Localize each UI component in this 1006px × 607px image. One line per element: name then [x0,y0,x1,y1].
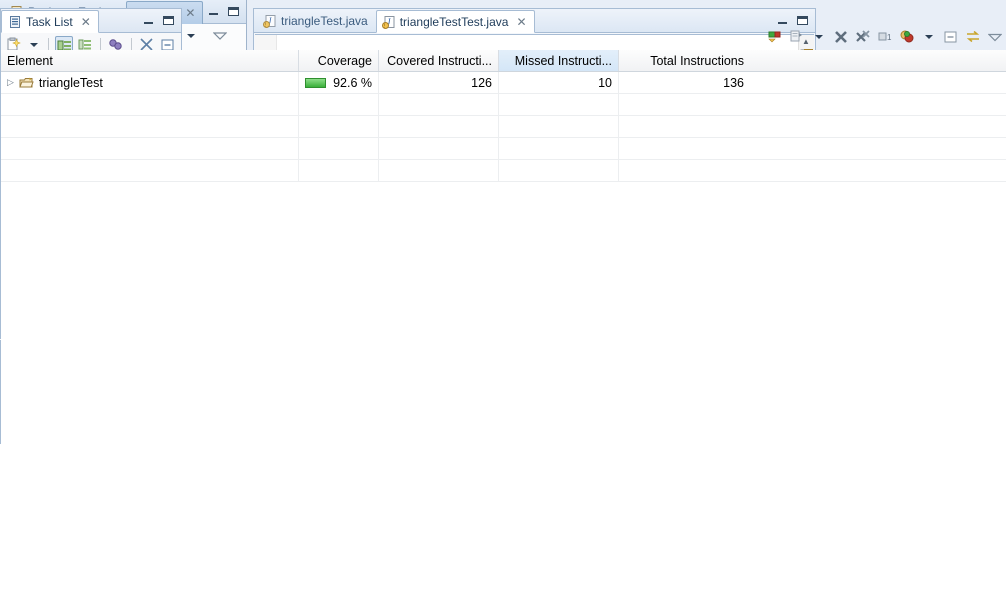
cell-empty [619,116,750,137]
tab-label: triangleTest.java [281,14,368,28]
column-header-covered-instructions[interactable]: Covered Instructi... [379,50,499,71]
cell-empty [379,138,499,159]
cell-empty [379,94,499,115]
cell-empty [379,116,499,137]
close-icon[interactable]: ✕ [516,15,526,29]
table-row[interactable] [1,138,1006,160]
close-icon[interactable]: ✕ [185,6,195,20]
minimize-button[interactable] [140,12,157,28]
cell-element-label: triangleTest [38,75,103,90]
coverage-table[interactable]: Element Coverage Covered Instructi... Mi… [1,50,1006,607]
coverage-toolbar: 1 [766,26,1004,48]
cell-empty [619,160,750,181]
cell-empty [299,116,379,137]
tab-label: triangleTestTest.java [399,14,509,29]
view-menu-icon[interactable] [211,27,229,45]
cell-empty [619,138,750,159]
java-file-icon: J! [263,14,277,28]
column-header-total-instructions[interactable]: Total Instructions [619,50,750,71]
cell-empty [299,138,379,159]
eclipse-workbench: Package Explo... U JUnit ✕ xx [0,0,1006,607]
link-with-selection-icon[interactable] [964,28,982,46]
svg-text:!: ! [384,23,385,29]
cell-element: ▷ triangleTest [1,72,299,93]
junit-window-buttons [205,3,242,19]
java-file-icon: J! [381,15,396,29]
cell-empty [499,116,619,137]
cell-total-instructions: 136 [723,75,744,90]
column-header-element[interactable]: Element [1,50,299,71]
column-label: Missed Instructi... [514,53,612,68]
column-label: Coverage [317,53,372,68]
tab-triangleTestTest-java[interactable]: J! triangleTestTest.java ✕ [375,10,535,33]
cell-empty [1,160,299,181]
maximize-button[interactable] [160,12,177,28]
remove-session-icon[interactable] [832,28,850,46]
coverage-view-panel: Problems @ Javadoc Declaration Console [0,30,1006,607]
import-dropdown-icon[interactable] [920,28,938,46]
table-row[interactable] [1,160,1006,182]
tab-label: Task List [26,14,73,29]
svg-text:!: ! [265,22,266,28]
coverage-session-icon[interactable] [766,28,784,46]
table-row[interactable] [1,116,1006,138]
coverage-bar [305,77,327,88]
cell-empty [379,160,499,181]
cell-empty [1,116,299,137]
cell-empty [1,138,299,159]
select-session-dropdown-icon[interactable] [810,28,828,46]
task-list-tabbar: Task List ✕ [1,9,181,33]
collapse-all-icon[interactable] [942,28,960,46]
cell-covered-instructions: 126 [379,72,499,93]
column-label: Covered Instructi... [387,53,492,68]
column-label: Total Instructions [650,53,744,68]
select-session-icon[interactable] [788,28,806,46]
close-icon[interactable]: ✕ [81,15,91,29]
minimize-button[interactable] [205,3,222,19]
cell-empty [499,160,619,181]
chevron-right-icon[interactable]: ▷ [7,77,14,88]
import-session-icon[interactable] [898,28,916,46]
column-label: Element [7,53,53,68]
task-list-icon [8,15,22,29]
cell-missed-instructions: 10 [499,72,619,93]
cell-empty [1,94,299,115]
cell-empty [299,160,379,181]
view-menu-dropdown-icon[interactable] [182,27,200,45]
table-row[interactable]: ▷ triangleTest 92.6 % 126 10 136 [1,72,1006,94]
svg-text:1: 1 [887,33,892,42]
cell-empty [499,94,619,115]
cell-empty [499,138,619,159]
maximize-button[interactable] [225,3,242,19]
tab-task-list[interactable]: Task List ✕ [1,10,99,33]
counter-mode-icon[interactable]: 1 [876,28,894,46]
table-row[interactable] [1,94,1006,116]
tab-triangleTest-java[interactable]: J! triangleTest.java [254,9,376,32]
task-list-window-buttons [140,12,177,28]
remove-all-sessions-icon[interactable] [854,28,872,46]
view-menu-icon[interactable] [986,28,1004,46]
cell-coverage-value: 92.6 % [333,75,372,90]
coverage-table-header: Element Coverage Covered Instructi... Mi… [1,50,1006,72]
editor-tabbar: J! triangleTest.java J! triangleTestTest… [254,9,815,33]
column-header-coverage[interactable]: Coverage [299,50,379,71]
column-header-missed-instructions[interactable]: Missed Instructi... [499,50,619,71]
java-package-icon [19,76,34,90]
cell-empty [299,94,379,115]
cell-empty [619,94,750,115]
cell-coverage: 92.6 % [299,72,379,93]
